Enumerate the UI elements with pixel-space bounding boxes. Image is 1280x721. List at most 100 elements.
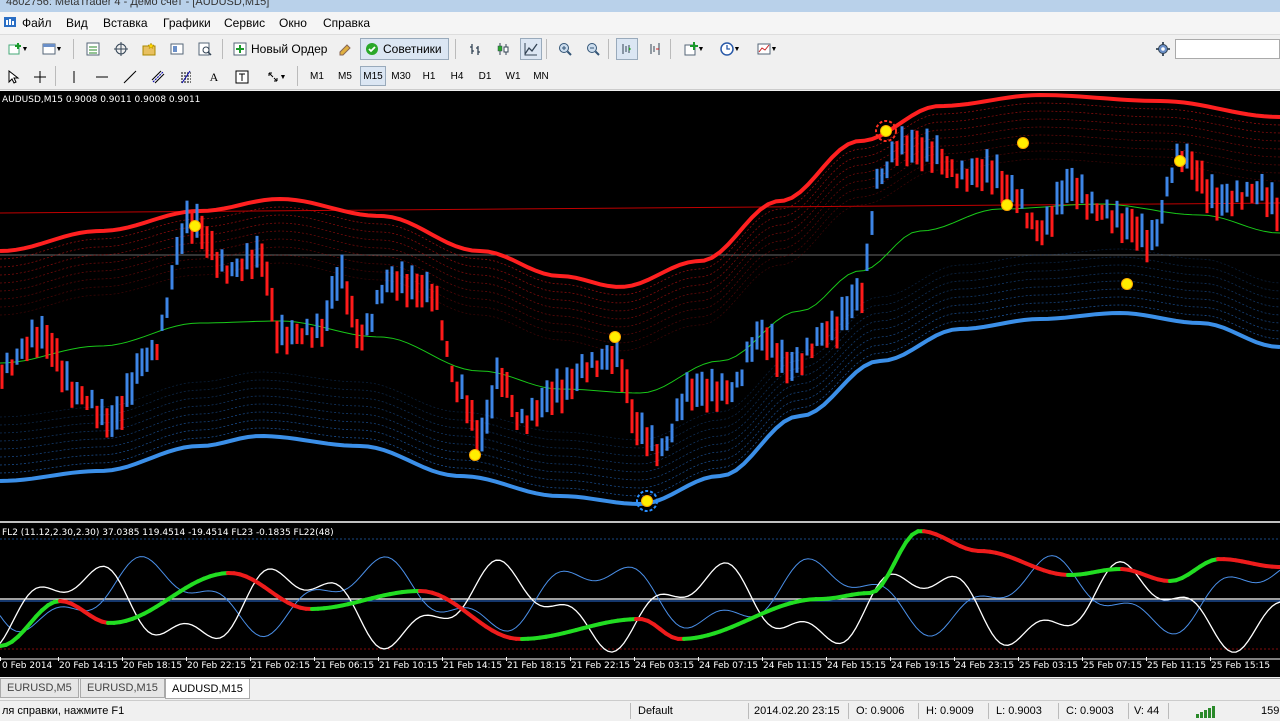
new-chart-button[interactable]: ▼ (2, 38, 34, 60)
menu-tools[interactable]: Сервис (222, 16, 267, 30)
time-axis-tick (1210, 657, 1211, 661)
strategy-tester-button[interactable] (194, 38, 216, 60)
pane-separator (0, 521, 1280, 523)
magnifier-doc-icon (198, 42, 212, 56)
time-axis-label: 25 Feb 15:15 (1211, 661, 1270, 671)
timeframe-h1[interactable]: H1 (416, 66, 442, 86)
candlestick-button[interactable] (492, 38, 514, 60)
tab-audusd-m15[interactable]: AUDUSD,M15 (165, 679, 250, 699)
time-axis-tick (1082, 657, 1083, 661)
indicators-button[interactable]: ▼ (678, 38, 710, 60)
time-axis-label: 21 Feb 06:15 (315, 661, 374, 671)
time-axis-tick (890, 657, 891, 661)
time-axis-tick (506, 657, 507, 661)
time-axis-label: 21 Feb 22:15 (571, 661, 630, 671)
time-axis-tick (122, 657, 123, 661)
menu-charts[interactable]: Графики (161, 16, 213, 30)
new-chart-icon (8, 42, 22, 56)
line-chart-button[interactable] (520, 38, 542, 60)
status-close: C: 0.9003 (1066, 705, 1114, 717)
editor-icon (338, 42, 352, 56)
time-axis-label: 24 Feb 11:15 (763, 661, 822, 671)
metaeditor-button[interactable] (334, 38, 356, 60)
terminal-button[interactable] (166, 38, 188, 60)
time-axis-tick (762, 657, 763, 661)
status-high: H: 0.9009 (926, 705, 974, 717)
arrows-tool[interactable]: ▼ (260, 66, 292, 88)
horizontal-line-tool[interactable] (92, 66, 112, 88)
timeframe-m30[interactable]: M30 (388, 66, 414, 86)
menu-view[interactable]: Вид (64, 16, 90, 30)
tab-eurusd-m5[interactable]: EURUSD,M5 (0, 679, 79, 698)
drawing-toolbar: A ▼ M1 M5 M15 M30 H1 H4 D1 W1 MN (0, 63, 1280, 90)
lower-band-level (0, 281, 1280, 472)
channel-tool[interactable] (148, 66, 168, 88)
price-chart[interactable] (0, 91, 1280, 677)
market-watch-button[interactable] (82, 38, 104, 60)
menu-file[interactable]: Файл (20, 16, 54, 30)
time-axis-tick (570, 657, 571, 661)
timeframe-m1[interactable]: M1 (304, 66, 330, 86)
lower-band-level (0, 289, 1280, 480)
text-tool[interactable]: A (204, 66, 224, 88)
new-order-button[interactable]: Новый Ордер (228, 38, 334, 60)
cursor-arrow-icon (6, 70, 20, 84)
indicators-icon (684, 42, 698, 56)
line-chart-icon (524, 42, 538, 56)
navigator-button[interactable] (110, 38, 132, 60)
timeframe-mn[interactable]: MN (528, 66, 554, 86)
status-open: O: 0.9006 (856, 705, 904, 717)
new-order-icon (233, 42, 247, 56)
favorites-button[interactable] (138, 38, 160, 60)
zoom-out-button[interactable] (582, 38, 604, 60)
status-volume: V: 44 (1134, 705, 1159, 717)
time-axis-label: 21 Feb 14:15 (443, 661, 502, 671)
trendline-icon (123, 70, 137, 84)
signal-dot (470, 450, 481, 461)
cursor-tool[interactable] (3, 66, 23, 88)
periods-button[interactable]: ▼ (714, 38, 746, 60)
timeframe-m5[interactable]: M5 (332, 66, 358, 86)
app-icon[interactable] (3, 15, 17, 29)
time-axis-label: 0 Feb 2014 (2, 661, 52, 671)
trendline-tool[interactable] (120, 66, 140, 88)
timeframe-h4[interactable]: H4 (444, 66, 470, 86)
time-axis-tick (378, 657, 379, 661)
tab-eurusd-m15[interactable]: EURUSD,M15 (80, 679, 165, 698)
fibonacci-tool[interactable] (176, 66, 196, 88)
text-label-tool[interactable] (232, 66, 252, 88)
signal-dot (1002, 200, 1013, 211)
timeframe-m15[interactable]: M15 (360, 66, 386, 86)
bar-chart-button[interactable] (464, 38, 486, 60)
menu-help[interactable]: Справка (321, 16, 372, 30)
chart-shift-button[interactable] (644, 38, 666, 60)
expert-advisors-button[interactable]: Советники (360, 38, 449, 60)
templates-button[interactable]: ▼ (750, 38, 784, 60)
timeframe-w1[interactable]: W1 (500, 66, 526, 86)
auto-scroll-icon (620, 42, 634, 56)
menu-window[interactable]: Окно (277, 16, 309, 30)
search-input[interactable] (1175, 39, 1280, 59)
chart-window[interactable]: AUDUSD,M15 0.9008 0.9011 0.9008 0.9011 F… (0, 91, 1280, 677)
star-folder-icon (142, 42, 156, 56)
menu-insert[interactable]: Вставка (101, 16, 150, 30)
timeframe-d1[interactable]: D1 (472, 66, 498, 86)
gear-icon (1156, 42, 1170, 56)
time-axis-tick (442, 657, 443, 661)
vertical-line-tool[interactable] (64, 66, 84, 88)
settings-button[interactable] (1152, 38, 1174, 60)
auto-scroll-button[interactable] (616, 38, 638, 60)
lower-band (0, 313, 1280, 504)
expert-advisors-icon (365, 42, 379, 56)
signal-dot (190, 221, 201, 232)
crosshair-tool[interactable] (30, 66, 50, 88)
signal-dot (1122, 279, 1133, 290)
time-axis-tick (1146, 657, 1147, 661)
indicator-header: FL2 (11.12,2.30,2.30) 37.0385 119.4514 -… (2, 528, 334, 538)
time-axis-label: 20 Feb 18:15 (123, 661, 182, 671)
text-label-icon (235, 70, 249, 84)
profile-name: Default (638, 705, 673, 717)
zoom-in-button[interactable] (554, 38, 576, 60)
help-hint: ля справки, нажмите F1 (2, 705, 124, 717)
profiles-button[interactable]: ▼ (36, 38, 68, 60)
